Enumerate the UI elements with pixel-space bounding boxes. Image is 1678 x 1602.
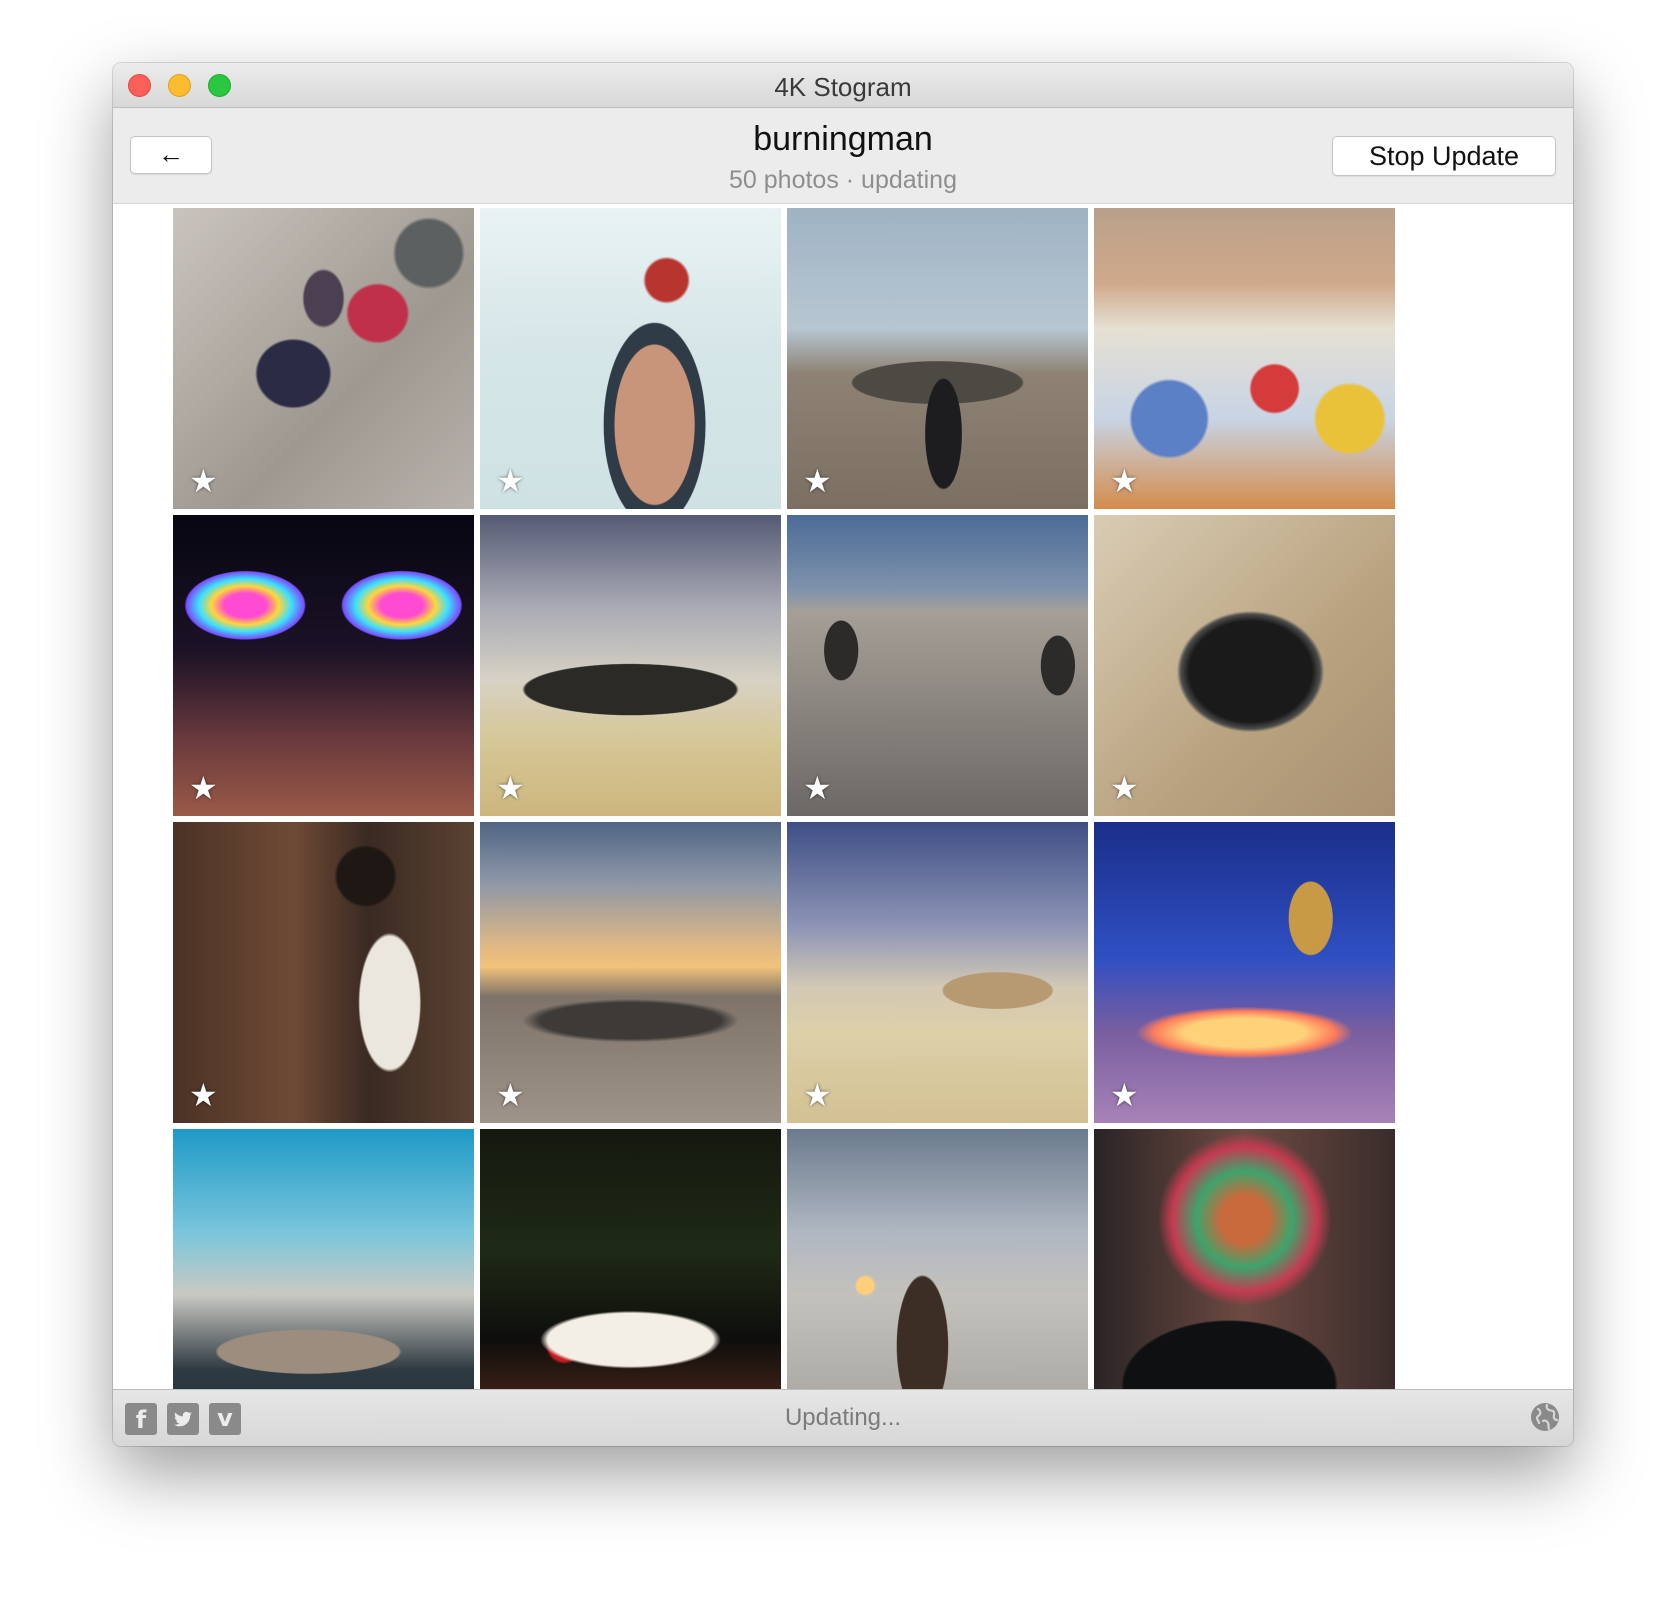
photo-tile[interactable]: ★: [173, 822, 474, 1123]
photo-grid: ★ ★ ★ ★ ★ ★ ★ ★ ★ ★ ★ ★: [173, 208, 1395, 1389]
photo-tile[interactable]: ★: [1094, 208, 1395, 509]
app-window: 4K Stogram ← burningman 50 photos · upda…: [113, 63, 1573, 1446]
photo-tile[interactable]: ★: [1094, 1129, 1395, 1389]
favorite-star-icon[interactable]: ★: [189, 1079, 218, 1111]
account-header: ← burningman 50 photos · updating Stop U…: [113, 108, 1573, 204]
favorite-star-icon[interactable]: ★: [803, 1079, 832, 1111]
photo-tile[interactable]: ★: [787, 208, 1088, 509]
favorite-star-icon[interactable]: ★: [496, 1079, 525, 1111]
photo-tile[interactable]: ★: [480, 822, 781, 1123]
favorite-star-icon[interactable]: ★: [803, 772, 832, 804]
stop-update-button[interactable]: Stop Update: [1332, 136, 1556, 176]
favorite-star-icon[interactable]: ★: [189, 465, 218, 497]
photo-tile[interactable]: ★: [1094, 515, 1395, 816]
update-status: Updating...: [784, 1404, 902, 1431]
favorite-star-icon[interactable]: ★: [189, 772, 218, 804]
favorite-star-icon[interactable]: ★: [803, 465, 832, 497]
photo-tile[interactable]: ★: [480, 1129, 781, 1389]
photo-tile[interactable]: ★: [173, 208, 474, 509]
title-bar: 4K Stogram: [113, 63, 1573, 108]
photo-tile[interactable]: ★: [480, 208, 781, 509]
photo-tile[interactable]: ★: [787, 1129, 1088, 1389]
photo-tile[interactable]: ★: [173, 1129, 474, 1389]
favorite-star-icon[interactable]: ★: [1110, 772, 1139, 804]
photo-tile[interactable]: ★: [173, 515, 474, 816]
favorite-star-icon[interactable]: ★: [1110, 465, 1139, 497]
status-bar: f v Updating...: [113, 1389, 1573, 1446]
photo-tile[interactable]: ★: [1094, 822, 1395, 1123]
photo-tile[interactable]: ★: [480, 515, 781, 816]
favorite-star-icon[interactable]: ★: [496, 772, 525, 804]
favorite-star-icon[interactable]: ★: [1110, 1079, 1139, 1111]
favorite-star-icon[interactable]: ★: [496, 465, 525, 497]
window-title: 4K Stogram: [774, 72, 912, 102]
photo-tile[interactable]: ★: [787, 822, 1088, 1123]
photo-tile[interactable]: ★: [787, 515, 1088, 816]
globe-icon[interactable]: [1529, 1401, 1561, 1433]
photo-grid-scroll-area[interactable]: ★ ★ ★ ★ ★ ★ ★ ★ ★ ★ ★ ★: [113, 204, 1573, 1389]
